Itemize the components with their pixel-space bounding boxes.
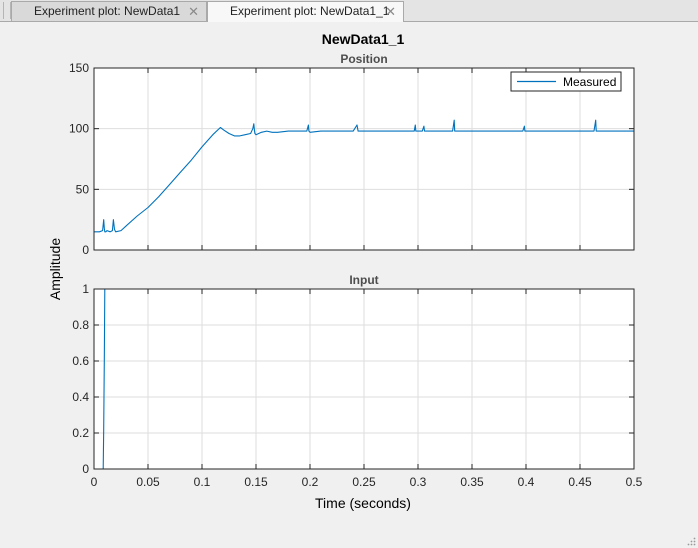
y-tick-label: 0	[82, 462, 89, 476]
x-axis-label: Time (seconds)	[315, 495, 411, 511]
close-icon[interactable]: ✕	[385, 2, 396, 21]
x-tick-label: 0.15	[244, 475, 268, 489]
y-axis-label: Amplitude	[47, 238, 63, 300]
y-tick-label: 0	[82, 243, 89, 257]
tab-label: Experiment plot: NewData1_1	[230, 4, 390, 18]
y-tick-label: 0.2	[72, 426, 89, 440]
y-tick-label: 0.4	[72, 390, 89, 404]
x-tick-label: 0.1	[194, 475, 211, 489]
x-tick-label: 0.25	[352, 475, 376, 489]
x-tick-label: 0.45	[568, 475, 592, 489]
tab-experiment-plot-newdata1-1[interactable]: Experiment plot: NewData1_1 ✕	[207, 1, 404, 22]
resize-grip-icon[interactable]	[687, 537, 696, 546]
x-tick-label: 0.05	[136, 475, 160, 489]
y-tick-label: 0.8	[72, 318, 89, 332]
tab-grip-handle[interactable]	[3, 2, 11, 19]
y-tick-label: 100	[69, 122, 89, 136]
x-tick-label: 0.3	[410, 475, 427, 489]
y-tick-label: 0.6	[72, 354, 89, 368]
tab-label: Experiment plot: NewData1	[34, 4, 181, 18]
legend[interactable]: Measured	[510, 71, 622, 92]
close-icon[interactable]: ✕	[188, 2, 199, 21]
y-tick-label: 1	[82, 282, 89, 296]
tab-experiment-plot-newdata1[interactable]: Experiment plot: NewData1 ✕	[11, 1, 207, 21]
position-axes[interactable]: Position 0 50 100 150 Measured	[69, 52, 635, 257]
x-tick-label: 0.4	[518, 475, 535, 489]
x-tick-label: 0.35	[460, 475, 484, 489]
legend-entry-measured: Measured	[563, 75, 616, 89]
x-tick-label: 0.5	[626, 475, 643, 489]
axes-title: Position	[340, 52, 387, 66]
y-tick-label: 50	[76, 182, 90, 196]
figure-title: NewData1_1	[322, 31, 405, 47]
tab-strip: Experiment plot: NewData1 ✕ Experiment p…	[0, 0, 698, 22]
axes-title: Input	[349, 273, 378, 287]
y-tick-label: 150	[69, 61, 89, 75]
x-tick-label: 0.2	[302, 475, 319, 489]
input-axes[interactable]: Input 0 0.2 0.4 0.6 0.8 1 0 0.05 0.1 0.15 0.2 0.25 0.…	[72, 273, 642, 489]
experiment-plot-figure: NewData1_1 Position050100150Measured Inp…	[47, 31, 643, 511]
x-tick-label: 0	[91, 475, 98, 489]
